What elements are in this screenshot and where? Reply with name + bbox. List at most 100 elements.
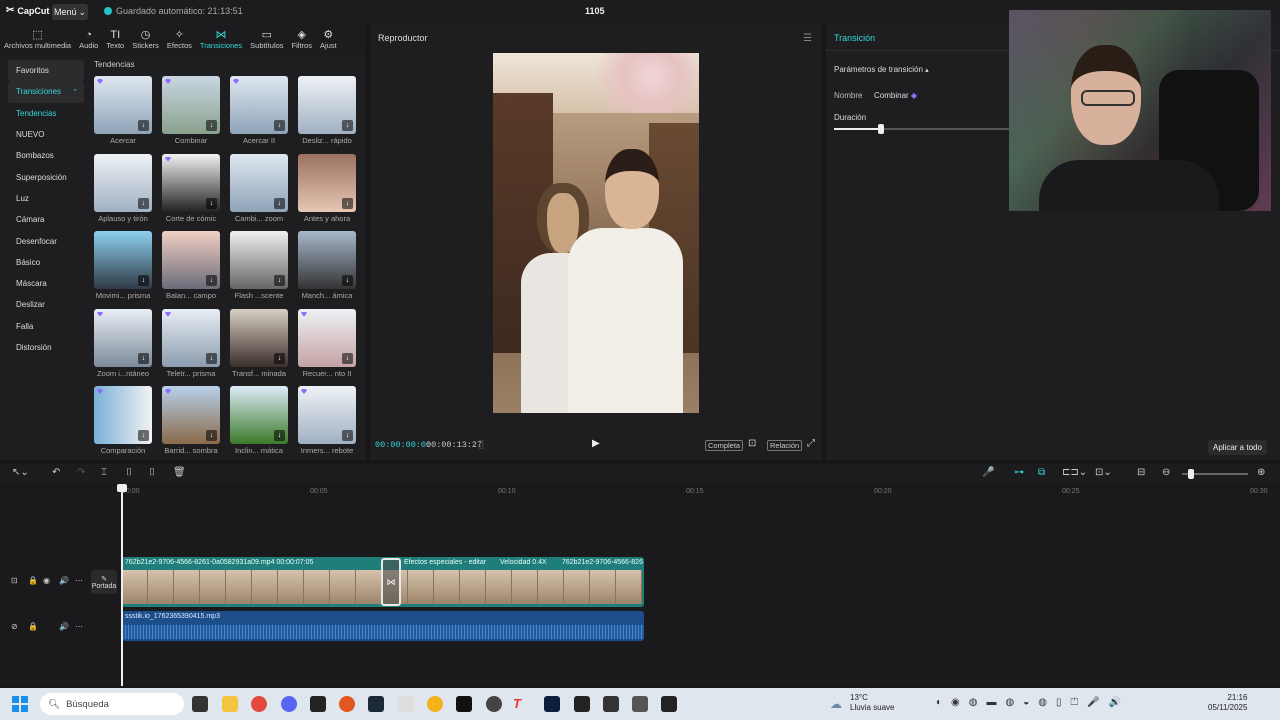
player-menu-icon[interactable]: ☰ xyxy=(803,33,812,44)
download-icon[interactable]: ↓ xyxy=(274,197,285,209)
category-bombazos[interactable]: Bombazos xyxy=(8,145,84,166)
transition-card[interactable]: ↓ Aplauso y tirón xyxy=(94,153,152,223)
screenshot-icon[interactable]: ⊡ xyxy=(748,438,756,449)
taskbar-search[interactable]: 🔍︎ Búsqueda xyxy=(40,693,184,715)
tool-adjust[interactable]: ⚙ Ajust xyxy=(316,24,341,54)
windows-start-icon[interactable] xyxy=(12,696,28,712)
tool-media[interactable]: ⬚ Archivos multimedia xyxy=(0,24,75,54)
category-basico[interactable]: Básico xyxy=(8,252,84,273)
video-track-toggle-icon[interactable]: ⊡ xyxy=(11,576,18,585)
category-tendencias[interactable]: Tendencias xyxy=(8,103,84,124)
microphone-icon[interactable]: 🎤 xyxy=(982,467,994,478)
capcut-icon[interactable] xyxy=(574,696,590,712)
video-preview[interactable] xyxy=(493,53,699,413)
download-icon[interactable]: ↓ xyxy=(206,430,217,441)
transition-marker[interactable]: ⋈ xyxy=(381,558,401,606)
transition-card[interactable]: ↓ Manch... ámica xyxy=(298,231,356,300)
download-icon[interactable]: ↓ xyxy=(206,352,217,364)
params-toggle[interactable]: Parámetros de transición ▴ xyxy=(834,65,929,74)
tool-stickers[interactable]: ◷ Stickers xyxy=(128,24,163,54)
link-icon[interactable]: ⧉ xyxy=(1038,467,1045,478)
category-superposicion[interactable]: Superposición xyxy=(8,166,84,187)
download-icon[interactable]: ↓ xyxy=(342,430,353,441)
split-icon[interactable]: ⌶ xyxy=(101,467,107,478)
transition-card[interactable]: ↓ Inmers... rebote xyxy=(298,386,356,455)
download-icon[interactable]: ↓ xyxy=(342,120,353,131)
playhead[interactable] xyxy=(121,488,123,686)
tool-effects[interactable]: ✧ Efectos xyxy=(163,24,196,54)
transition-card[interactable]: ↓ Teletr... prisma xyxy=(162,308,220,378)
category-favoritos[interactable]: Favoritos xyxy=(8,60,84,82)
app-icon-4[interactable] xyxy=(603,696,619,712)
transition-card[interactable]: ↓ Barrid... sombra xyxy=(162,386,220,455)
ratio-button[interactable]: Relación xyxy=(767,440,803,451)
app-icon-1[interactable] xyxy=(398,696,414,712)
app-icon-3[interactable] xyxy=(486,696,502,712)
transition-card[interactable]: ↓ Cambi... zoom xyxy=(230,153,288,223)
download-icon[interactable]: ↓ xyxy=(342,275,353,286)
delete-icon[interactable]: 🗑 xyxy=(173,467,186,478)
transition-card[interactable]: ↓ Combinar xyxy=(162,76,220,145)
download-icon[interactable]: ↓ xyxy=(138,352,149,364)
snap-icon[interactable]: ⊡⌄ xyxy=(1095,467,1112,478)
complete-button[interactable]: Completa xyxy=(705,440,744,451)
capcut-icon-2[interactable] xyxy=(661,696,677,712)
transition-card[interactable]: ↓ Desliz... rápido xyxy=(298,76,356,145)
chrome-icon[interactable] xyxy=(251,696,267,712)
fullscreen-icon[interactable]: ⤢ xyxy=(807,438,815,449)
app-icon-t[interactable]: T xyxy=(513,696,529,712)
transition-card[interactable]: ↓ Movimi... prisma xyxy=(94,231,152,300)
video-track-audio-icon[interactable]: 🔊 xyxy=(59,576,69,585)
tool-text[interactable]: TI Texto xyxy=(102,24,128,54)
task-view-icon[interactable] xyxy=(192,696,208,712)
transition-card[interactable]: ↓ Flash ...scente xyxy=(230,231,288,300)
audio-clip[interactable]: ssstik.io_1762365390415.mp3 xyxy=(122,611,644,641)
audio-track-lock-icon[interactable]: 🔒 xyxy=(28,622,38,631)
download-icon[interactable]: ↓ xyxy=(274,275,285,286)
category-luz[interactable]: Luz xyxy=(8,188,84,209)
tool-subtitles[interactable]: ▭ Subtítulos xyxy=(246,24,287,54)
brave-icon[interactable] xyxy=(339,696,355,712)
select-tool-icon[interactable]: ↖⌄ xyxy=(12,467,29,478)
apply-all-button[interactable]: Aplicar a todo xyxy=(1208,440,1267,455)
download-icon[interactable]: ↓ xyxy=(342,197,353,209)
timeline-ruler[interactable]: 00:00 00:05 00:10 00:15 00:20 00:25 00:3… xyxy=(90,484,1280,498)
duration-slider-knob[interactable] xyxy=(878,124,885,134)
download-icon[interactable]: ↓ xyxy=(138,120,149,131)
download-icon[interactable]: ↓ xyxy=(342,352,353,364)
steam-icon[interactable] xyxy=(368,696,384,712)
weather[interactable]: 13°C Lluvia suave xyxy=(850,693,894,713)
undo-icon[interactable]: ↶ xyxy=(52,467,60,478)
audio-track-audio-icon[interactable]: 🔊 xyxy=(59,622,69,631)
clock[interactable]: 21:16 05/11/2025 xyxy=(1208,693,1247,713)
category-desenfocar[interactable]: Desenfocar xyxy=(8,230,84,251)
zoom-out-icon[interactable]: ⊖ xyxy=(1162,467,1170,478)
video-track-more-icon[interactable]: ⋯ xyxy=(75,576,83,585)
tray-icons[interactable]: ◐◉◍▬◍◒◍▯⏍🎤🔊 xyxy=(936,697,1130,708)
video-track-lock-icon[interactable]: 🔒 xyxy=(28,576,38,585)
category-falla[interactable]: Falla xyxy=(8,316,84,337)
download-icon[interactable]: ↓ xyxy=(274,120,285,131)
transition-card[interactable]: ↓ Balan... campo xyxy=(162,231,220,300)
download-icon[interactable]: ↓ xyxy=(138,275,149,286)
transition-card[interactable]: ↓ Recuer... nto II xyxy=(298,308,356,378)
cover-button[interactable]: ✎ Portada xyxy=(91,570,117,594)
download-icon[interactable]: ↓ xyxy=(206,275,217,286)
category-nuevo[interactable]: NUEVO xyxy=(8,124,84,145)
transition-card[interactable]: ↓ Corte de cómic xyxy=(162,153,220,223)
discord-icon[interactable] xyxy=(281,696,297,712)
audio-track-more-icon[interactable]: ⋯ xyxy=(75,622,83,631)
transition-card[interactable]: ↓ Comparación xyxy=(94,386,152,455)
file-explorer-icon[interactable] xyxy=(222,696,238,712)
download-icon[interactable]: ↓ xyxy=(274,352,285,364)
download-icon[interactable]: ↓ xyxy=(138,197,149,209)
category-transiciones[interactable]: Transiciones ⌃ xyxy=(8,81,84,103)
app-icon-5[interactable] xyxy=(632,696,648,712)
zoom-slider-knob[interactable] xyxy=(1188,469,1194,479)
transition-card[interactable]: ↓ Acercar xyxy=(94,76,152,145)
transition-card[interactable]: ↓ Antes y ahora xyxy=(298,153,356,223)
download-icon[interactable]: ↓ xyxy=(274,430,285,441)
redo-icon[interactable]: ↷ xyxy=(77,467,85,478)
video-track-eye-icon[interactable]: ◉ xyxy=(43,576,50,585)
play-button[interactable]: ▶ xyxy=(592,438,600,449)
